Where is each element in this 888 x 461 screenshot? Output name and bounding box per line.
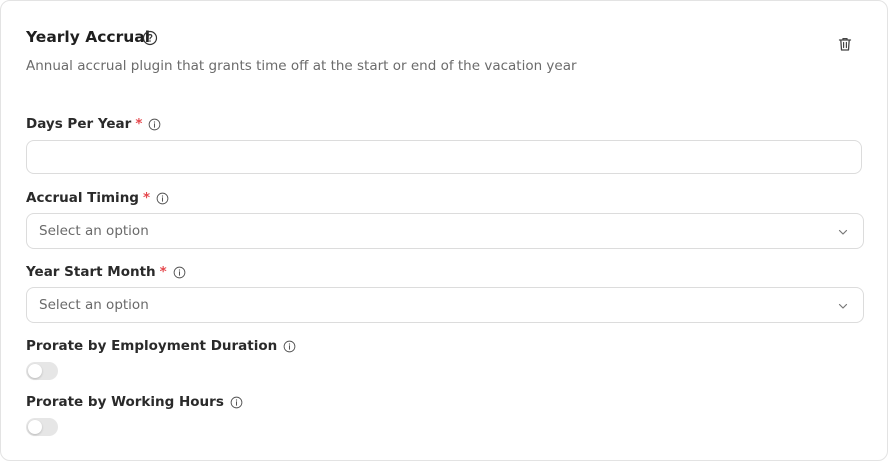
prorate-employment-toggle[interactable] (26, 362, 58, 380)
days-per-year-label: Days Per Year * (26, 116, 161, 132)
prorate-hours-label-text: Prorate by Working Hours (26, 394, 224, 410)
chevron-down-icon (838, 303, 848, 309)
required-asterisk: * (142, 190, 151, 206)
days-per-year-label-text: Days Per Year (26, 116, 132, 132)
year-start-month-select[interactable]: Select an option (26, 287, 864, 323)
info-icon[interactable] (148, 118, 161, 131)
year-start-month-placeholder: Select an option (39, 297, 149, 313)
prorate-employment-label-text: Prorate by Employment Duration (26, 338, 278, 354)
year-start-month-label: Year Start Month * (26, 264, 186, 280)
info-icon[interactable] (173, 266, 186, 279)
info-icon[interactable] (230, 396, 243, 409)
toggle-knob (28, 364, 42, 378)
accrual-timing-placeholder: Select an option (39, 223, 149, 239)
accrual-timing-select[interactable]: Select an option (26, 213, 864, 249)
required-asterisk: * (135, 116, 143, 132)
prorate-employment-label: Prorate by Employment Duration (26, 338, 296, 354)
yearly-accrual-card: Yearly Accrual Annual accrual plugin tha… (0, 0, 888, 461)
card-title: Yearly Accrual (26, 28, 151, 46)
prorate-hours-toggle[interactable] (26, 418, 58, 436)
days-per-year-input[interactable] (26, 140, 862, 174)
chevron-down-icon (838, 229, 848, 235)
prorate-hours-label: Prorate by Working Hours (26, 394, 243, 410)
year-start-month-label-text: Year Start Month (26, 264, 156, 280)
help-circle-icon[interactable] (142, 30, 158, 46)
delete-button[interactable] (836, 35, 854, 53)
info-icon[interactable] (156, 192, 169, 205)
accrual-timing-label: Accrual Timing * (26, 190, 169, 206)
info-icon[interactable] (283, 340, 296, 353)
accrual-timing-label-text: Accrual Timing (26, 190, 139, 206)
required-asterisk: * (159, 264, 167, 280)
trash-icon (838, 37, 852, 51)
card-subtitle: Annual accrual plugin that grants time o… (26, 58, 577, 74)
toggle-knob (28, 420, 42, 434)
